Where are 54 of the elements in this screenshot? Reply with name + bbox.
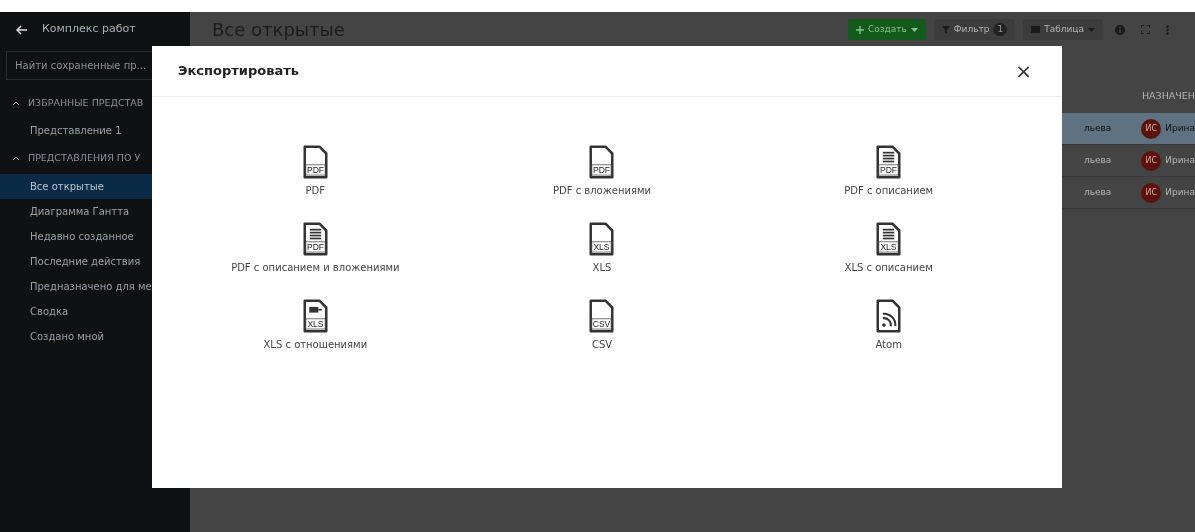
section-header[interactable]: ИЗБРАННЫЕ ПРЕДСТАВ	[0, 88, 190, 119]
assignee-name: Ирина	[1165, 154, 1195, 167]
option-label: PDF с описанием	[844, 184, 934, 198]
option-label: XLS с описанием	[844, 261, 933, 275]
export-option[interactable]: PDF PDF с вложениями	[458, 145, 746, 198]
option-label: CSV	[591, 338, 613, 352]
caret-icon	[1088, 27, 1095, 32]
column-header: НАЗНАЧЕН	[1141, 89, 1195, 103]
assignee-name: Ирина	[1165, 122, 1195, 135]
close-button[interactable]: ×	[1011, 61, 1036, 81]
file-icon: CSV	[589, 299, 615, 333]
view-button[interactable]: Таблица	[1023, 18, 1103, 41]
table-cell-text: льева	[1083, 154, 1112, 167]
avatar: ИС	[1141, 150, 1162, 171]
expand-icon	[1141, 25, 1150, 34]
document-icon: PDF	[876, 145, 902, 179]
filter-button[interactable]: Фильтр 1	[933, 18, 1016, 41]
export-option[interactable]: PDF PDF с описанием и вложениями	[172, 222, 459, 275]
export-option[interactable]: Atom	[745, 299, 1032, 352]
filter-count: 1	[993, 22, 1008, 37]
option-label: PDF с вложениями	[553, 184, 651, 198]
document-icon: XLS	[876, 222, 902, 256]
option-label: XLS	[592, 261, 612, 275]
avatar: ИС	[1141, 182, 1162, 203]
option-label: PDF с описанием и вложениями	[231, 261, 400, 275]
table-cell-text: льева	[1083, 122, 1112, 135]
file-icon: XLS	[589, 222, 615, 256]
export-option[interactable]: XLS XLS с описанием	[745, 222, 1032, 275]
file-icon: XLS	[302, 299, 328, 333]
back-arrow-icon[interactable]	[16, 24, 28, 35]
option-label: Atom	[875, 338, 902, 352]
section-title: ПРЕДСТАВЛЕНИЯ ПО У	[28, 151, 141, 166]
plus-icon	[855, 25, 864, 34]
section-title: ИЗБРАННЫЕ ПРЕДСТАВ	[28, 96, 144, 110]
export-option[interactable]: CSV CSV	[458, 299, 746, 352]
table-cell-text: льева	[1083, 186, 1112, 199]
option-label: XLS с отношениями	[263, 338, 368, 352]
caret-icon	[910, 27, 918, 32]
filter-icon	[941, 25, 950, 34]
more-icon	[1166, 24, 1169, 35]
create-button[interactable]: Создать	[847, 18, 926, 41]
file-icon: PDF	[302, 145, 328, 179]
export-option[interactable]: XLS XLS	[458, 222, 746, 275]
feed-file-icon	[876, 299, 902, 333]
file-icon: PDF	[589, 145, 615, 179]
export-option[interactable]: XLS XLS с отношениями	[172, 299, 459, 352]
option-label: PDF	[305, 184, 326, 198]
document-icon: PDF	[302, 222, 328, 256]
sidebar-title: Комплекс работ	[42, 21, 136, 38]
avatar: ИС	[1141, 118, 1162, 139]
export-option[interactable]: PDF PDF с описанием	[745, 145, 1032, 198]
table-icon	[1031, 26, 1041, 33]
assignee-name: Ирина	[1165, 186, 1195, 199]
info-icon	[1115, 24, 1125, 35]
